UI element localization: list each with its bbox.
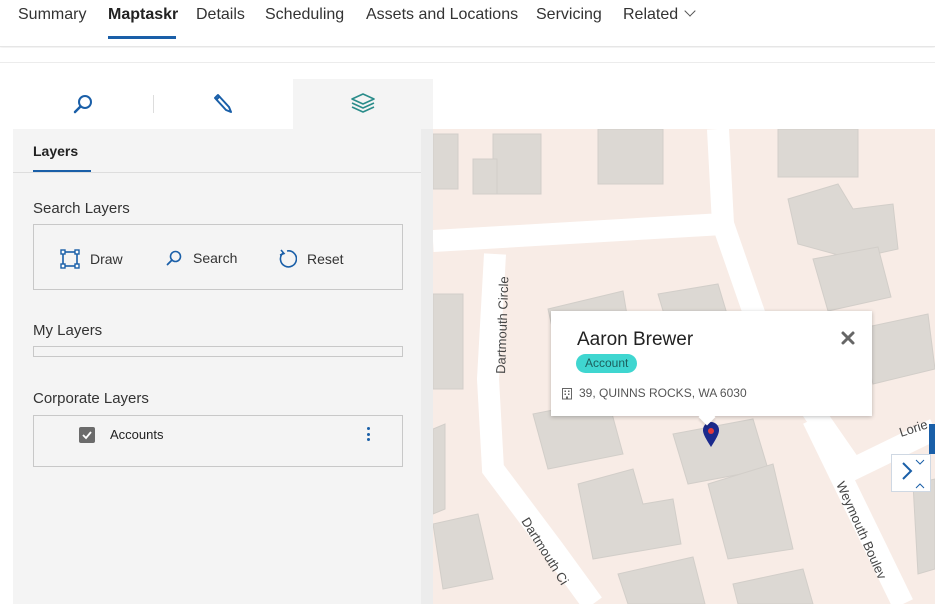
tab-related-label: Related (623, 6, 679, 23)
popup-address: 39, QUINNS ROCKS, WA 6030 (579, 386, 747, 400)
tab-servicing[interactable]: Servicing (536, 6, 602, 24)
draw-select-icon (60, 249, 80, 269)
tab-details[interactable]: Details (196, 6, 245, 24)
chevron-down-icon (684, 5, 696, 17)
tool-tab-draw[interactable] (153, 79, 293, 129)
popup-account-name[interactable]: Aaron Brewer (577, 329, 693, 351)
street-label-dartmouth-circle: Dartmouth Circle (493, 276, 511, 374)
accounts-checkbox[interactable] (79, 427, 95, 443)
corporate-layers-title: Corporate Layers (33, 390, 149, 407)
my-layers-title: My Layers (33, 322, 103, 339)
draw-button[interactable]: Draw (60, 249, 123, 269)
tool-tabs (13, 79, 433, 129)
reset-icon (279, 249, 297, 268)
header-spacer (0, 48, 935, 63)
accounts-layer-label: Accounts (110, 427, 164, 442)
pencil-icon (214, 94, 232, 113)
tab-maptaskr[interactable]: Maptaskr (108, 6, 178, 24)
search-button[interactable]: Search (165, 249, 237, 267)
reset-button[interactable]: Reset (277, 249, 344, 269)
search-layers-title: Search Layers (33, 200, 130, 217)
active-tab-indicator (108, 36, 176, 39)
tab-scheduling[interactable]: Scheduling (265, 6, 344, 24)
map-pin-icon[interactable] (702, 422, 720, 448)
tool-tab-layers[interactable] (293, 79, 433, 129)
chevron-right-icon (902, 459, 925, 489)
tab-summary[interactable]: Summary (18, 6, 86, 24)
layers-icon (351, 93, 375, 113)
search-layers-box: Draw Search Reset (33, 224, 403, 290)
account-badge: Account (576, 354, 638, 373)
panel-scrollbar[interactable] (421, 129, 433, 604)
building-icon (562, 388, 572, 400)
layers-panel: Layers Search Layers Draw Search Reset M… (13, 129, 433, 604)
tool-tab-search[interactable] (13, 79, 153, 129)
draw-label: Draw (90, 251, 123, 267)
checkmark-icon (82, 431, 92, 440)
account-popup: Aaron Brewer Account 39, QUINNS ROCKS, W… (551, 311, 872, 426)
expand-panel-button[interactable] (891, 454, 931, 492)
top-tab-bar: Summary Maptaskr Details Scheduling Asse… (0, 0, 935, 47)
corporate-layers-box: Accounts (33, 415, 403, 467)
tab-related[interactable]: Related (623, 5, 696, 24)
search-label: Search (193, 250, 238, 266)
more-options-icon[interactable] (365, 427, 371, 441)
search-icon (166, 250, 182, 266)
map-control-edge (929, 424, 935, 454)
tab-assets-and-locations[interactable]: Assets and Locations (366, 6, 518, 24)
search-icon (73, 95, 92, 114)
reset-label: Reset (307, 251, 344, 267)
close-icon[interactable] (840, 330, 856, 346)
my-layers-box (33, 346, 403, 357)
panel-divider (13, 172, 433, 173)
layers-tab[interactable]: Layers (33, 143, 78, 159)
